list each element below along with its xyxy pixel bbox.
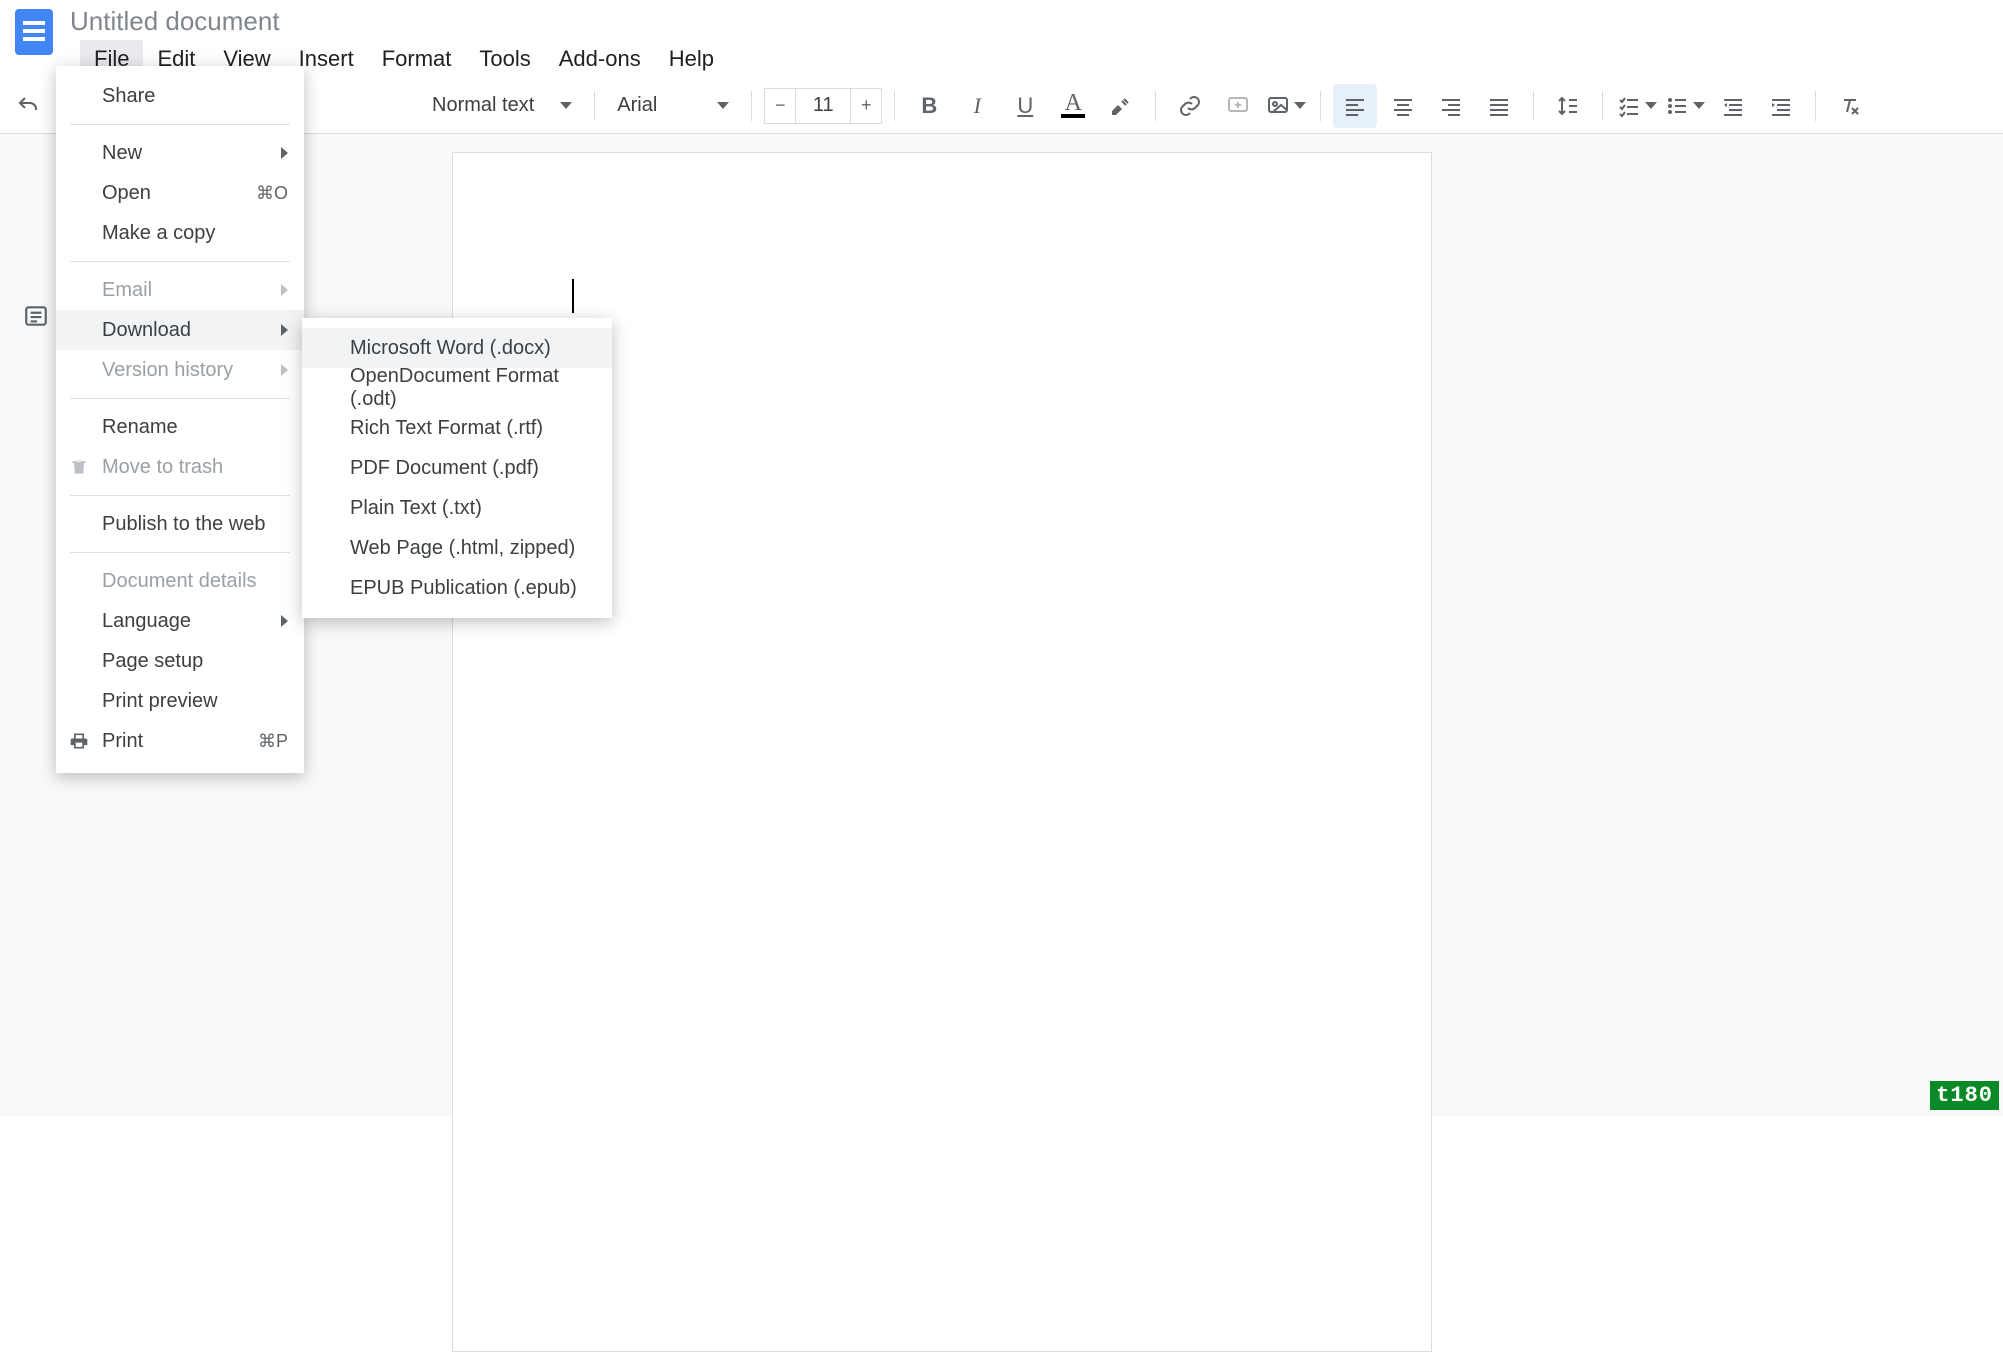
trash-icon — [68, 456, 90, 478]
insert-comment-button[interactable] — [1216, 84, 1260, 128]
underline-button[interactable]: U — [1003, 84, 1047, 128]
checklist-button[interactable] — [1615, 84, 1659, 128]
file-menu-version-history: Version history — [56, 350, 304, 390]
menu-item-label: Share — [102, 85, 155, 108]
menu-item-label: Page setup — [102, 650, 203, 673]
submenu-arrow-icon — [281, 364, 288, 376]
font-size-increase[interactable]: + — [850, 88, 882, 124]
file-menu-move-to-trash: Move to trash — [56, 447, 304, 487]
highlight-color-button[interactable] — [1099, 84, 1143, 128]
align-right-button[interactable] — [1429, 84, 1473, 128]
file-menu-print[interactable]: Print ⌘P — [56, 721, 304, 761]
submenu-item-label: EPUB Publication (.epub) — [350, 577, 577, 600]
line-spacing-button[interactable] — [1546, 84, 1590, 128]
menu-format[interactable]: Format — [368, 40, 466, 78]
menu-item-label: Publish to the web — [102, 513, 265, 536]
menu-tools[interactable]: Tools — [465, 40, 544, 78]
menu-item-label: Language — [102, 610, 191, 633]
align-center-button[interactable] — [1381, 84, 1425, 128]
document-outline-button[interactable] — [14, 294, 58, 338]
file-menu-publish[interactable]: Publish to the web — [56, 504, 304, 544]
watermark-badge: t180 — [1930, 1081, 1999, 1110]
chevron-down-icon — [1693, 102, 1705, 109]
bulleted-list-button[interactable] — [1663, 84, 1707, 128]
decrease-indent-button[interactable] — [1711, 84, 1755, 128]
paragraph-style-label: Normal text — [432, 94, 534, 117]
align-left-button[interactable] — [1333, 84, 1377, 128]
submenu-item-label: Web Page (.html, zipped) — [350, 537, 575, 560]
download-pdf[interactable]: PDF Document (.pdf) — [302, 448, 612, 488]
file-menu-document-details: Document details — [56, 561, 304, 601]
font-family-label: Arial — [617, 94, 657, 117]
menu-item-label: Rename — [102, 416, 178, 439]
menu-item-label: New — [102, 142, 142, 165]
submenu-item-label: Rich Text Format (.rtf) — [350, 417, 543, 440]
download-txt[interactable]: Plain Text (.txt) — [302, 488, 612, 528]
text-color-button[interactable]: A — [1051, 84, 1095, 128]
menu-item-label: Download — [102, 319, 191, 342]
file-menu-new[interactable]: New — [56, 133, 304, 173]
submenu-arrow-icon — [281, 284, 288, 296]
menu-item-label: Open — [102, 182, 151, 205]
font-size-stepper: − 11 + — [764, 88, 882, 124]
menu-addons[interactable]: Add-ons — [545, 40, 655, 78]
clear-formatting-button[interactable] — [1828, 84, 1872, 128]
download-epub[interactable]: EPUB Publication (.epub) — [302, 568, 612, 608]
text-cursor — [572, 279, 574, 313]
chevron-down-icon — [717, 102, 729, 109]
title-bar: Untitled document — [0, 0, 2003, 42]
file-menu-language[interactable]: Language — [56, 601, 304, 641]
insert-image-button[interactable] — [1264, 84, 1308, 128]
document-title[interactable]: Untitled document — [70, 6, 280, 37]
file-menu-page-setup[interactable]: Page setup — [56, 641, 304, 681]
file-menu-download[interactable]: Download — [56, 310, 304, 350]
menu-item-label: Print — [102, 730, 143, 753]
submenu-arrow-icon — [281, 147, 288, 159]
insert-link-button[interactable] — [1168, 84, 1212, 128]
font-size-decrease[interactable]: − — [764, 88, 796, 124]
file-menu-rename[interactable]: Rename — [56, 407, 304, 447]
download-submenu: Microsoft Word (.docx) OpenDocument Form… — [302, 318, 612, 618]
submenu-item-label: OpenDocument Format (.odt) — [350, 365, 590, 411]
print-icon — [68, 730, 90, 752]
keyboard-shortcut: ⌘P — [258, 731, 288, 752]
submenu-item-label: Microsoft Word (.docx) — [350, 337, 551, 360]
file-menu-make-a-copy[interactable]: Make a copy — [56, 213, 304, 253]
docs-app-icon[interactable] — [8, 6, 60, 58]
increase-indent-button[interactable] — [1759, 84, 1803, 128]
submenu-arrow-icon — [281, 615, 288, 627]
font-family-select[interactable]: Arial — [607, 86, 739, 126]
submenu-arrow-icon — [281, 324, 288, 336]
menu-item-label: Version history — [102, 359, 233, 382]
keyboard-shortcut: ⌘O — [256, 183, 288, 204]
file-menu-email: Email — [56, 270, 304, 310]
chevron-down-icon — [560, 102, 572, 109]
menu-item-label: Move to trash — [102, 456, 223, 479]
submenu-item-label: Plain Text (.txt) — [350, 497, 482, 520]
chevron-down-icon — [1645, 102, 1657, 109]
download-odt[interactable]: OpenDocument Format (.odt) — [302, 368, 612, 408]
submenu-item-label: PDF Document (.pdf) — [350, 457, 539, 480]
menu-item-label: Make a copy — [102, 222, 215, 245]
paragraph-style-select[interactable]: Normal text — [422, 86, 582, 126]
file-menu-share[interactable]: Share — [56, 76, 304, 116]
menu-item-label: Document details — [102, 570, 257, 593]
align-justify-button[interactable] — [1477, 84, 1521, 128]
bold-button[interactable]: B — [907, 84, 951, 128]
menu-help[interactable]: Help — [655, 40, 728, 78]
download-html[interactable]: Web Page (.html, zipped) — [302, 528, 612, 568]
file-menu-dropdown: Share New Open ⌘O Make a copy Email Down… — [56, 66, 304, 773]
menu-item-label: Print preview — [102, 690, 218, 713]
font-size-value[interactable]: 11 — [796, 88, 850, 124]
file-menu-print-preview[interactable]: Print preview — [56, 681, 304, 721]
italic-button[interactable]: I — [955, 84, 999, 128]
chevron-down-icon — [1294, 102, 1306, 109]
file-menu-open[interactable]: Open ⌘O — [56, 173, 304, 213]
menu-item-label: Email — [102, 279, 152, 302]
download-rtf[interactable]: Rich Text Format (.rtf) — [302, 408, 612, 448]
download-docx[interactable]: Microsoft Word (.docx) — [302, 328, 612, 368]
undo-button[interactable] — [6, 84, 50, 128]
